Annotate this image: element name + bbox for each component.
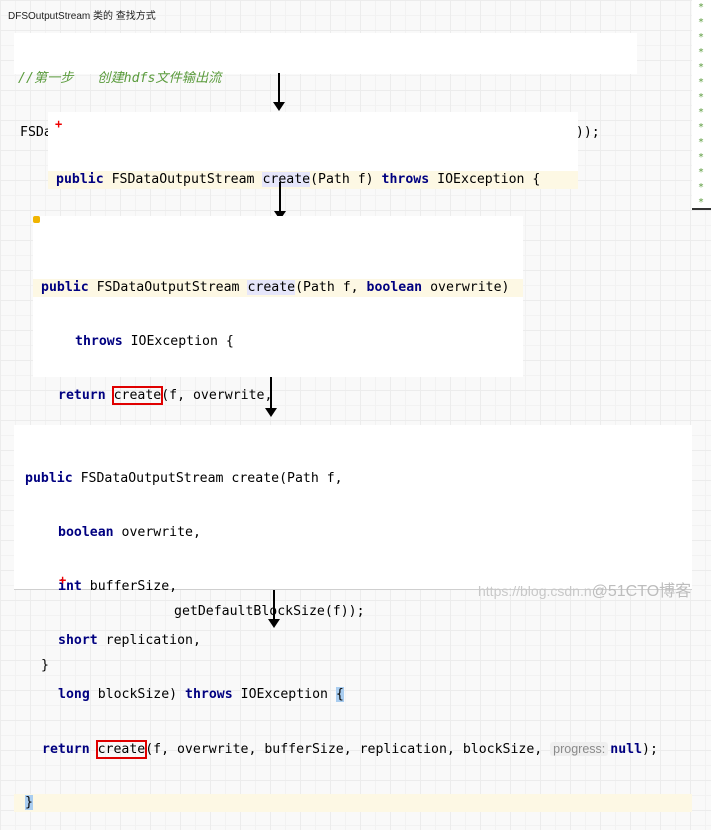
param-replication: replication,	[97, 633, 201, 648]
create-call-highlight[interactable]: create	[111, 386, 164, 405]
keyword-long: long	[58, 687, 90, 702]
flow-arrow-1	[273, 73, 285, 111]
side-panel-line: *	[698, 2, 705, 13]
side-code-panel: *** p* e* p* r* T* s* P* e** 1* c* c* s	[692, 0, 711, 210]
param-buffersize: bufferSize,	[81, 579, 178, 594]
arguments: (f, overwrite,	[161, 388, 273, 403]
step-comment: //第一步 创建hdfs文件输出流	[18, 71, 222, 86]
comment-line: //第一步 创建hdfs文件输出流	[14, 70, 637, 88]
param-overwrite: overwrite,	[113, 525, 201, 540]
keyword-public: public	[56, 172, 104, 187]
lightbulb-icon	[33, 216, 40, 223]
return-line: return create(f, overwrite, bufferSize, …	[14, 740, 692, 759]
throws-line: throws IOException {	[33, 333, 523, 351]
watermark-brand: @51CTO博客	[591, 583, 692, 600]
keyword-boolean: boolean	[58, 525, 114, 540]
side-panel-line: * c	[698, 197, 705, 208]
arguments: (f, overwrite, bufferSize, replication, …	[145, 742, 551, 757]
param-blocksize: blockSize)	[89, 687, 186, 702]
param-line: long blockSize) throws IOException {	[14, 686, 692, 704]
create-call-highlight[interactable]: create	[95, 740, 148, 759]
side-panel-line: * e	[698, 47, 705, 58]
param-hint: progress:	[550, 742, 609, 756]
signature-line: public FSDataOutputStream create(Path f)…	[48, 171, 578, 189]
cursor-marker-icon: +	[55, 117, 63, 131]
exception-type: IOException	[232, 687, 336, 702]
flow-arrow-4	[268, 590, 280, 628]
opening-brace: {	[335, 687, 344, 702]
side-panel-line: * p	[698, 32, 705, 43]
diagram-title: DFSOutputStream 类的 查找方式	[8, 11, 156, 22]
keyword-public: public	[41, 280, 89, 295]
blocksize-call: getDefaultBlockSize(f));	[174, 604, 365, 619]
method-name[interactable]: create	[247, 280, 296, 295]
code-block-step3: public FSDataOutputStream create(Path f,…	[33, 216, 523, 673]
side-panel-line: * s	[698, 107, 705, 118]
keyword-return: return	[42, 742, 90, 757]
cursor-marker-icon: +	[59, 573, 67, 587]
signature-line: public FSDataOutputStream create(Path f,	[14, 470, 692, 488]
exception-type: IOException {	[122, 334, 234, 349]
param-line: boolean overwrite,	[14, 524, 692, 542]
keyword-throws: throws	[381, 172, 430, 187]
exception-type: IOException {	[429, 172, 541, 187]
side-panel-line: * 1	[698, 167, 705, 178]
parameters: (Path f)	[310, 172, 382, 187]
flow-arrow-3	[265, 377, 277, 417]
flow-arrow-2	[274, 182, 286, 220]
keyword-throws: throws	[185, 687, 233, 702]
side-panel-line: * T	[698, 92, 705, 103]
code-block-step2: + public FSDataOutputStream create(Path …	[48, 112, 578, 295]
line-end: );	[642, 742, 658, 757]
keyword-public: public	[25, 471, 73, 486]
code-block-step4: public FSDataOutputStream create(Path f,…	[14, 425, 692, 812]
parameters-end: overwrite)	[422, 280, 510, 295]
side-panel-line: * c	[698, 182, 705, 193]
closing-brace: }	[41, 658, 49, 673]
method-name[interactable]: create	[262, 172, 311, 187]
close-line: }	[33, 657, 523, 675]
return-line: return create(f, overwrite,	[33, 386, 523, 405]
side-panel-line: * e	[698, 137, 705, 148]
code-block-step1: //第一步 创建hdfs文件输出流 FSDataOutputStream fdo…	[14, 33, 637, 142]
close-line: }	[14, 794, 692, 812]
side-panel-line: *	[698, 152, 705, 163]
side-panel-line: * P	[698, 122, 705, 133]
keyword-throws: throws	[75, 334, 123, 349]
line-end: ));	[575, 125, 600, 140]
keyword-return: return	[58, 388, 106, 403]
return-type: FSDataOutputStream	[103, 172, 263, 187]
method-signature: FSDataOutputStream create(Path f,	[72, 471, 343, 486]
side-panel-line: * p	[698, 62, 705, 73]
side-panel-line: *	[698, 17, 705, 28]
keyword-boolean: boolean	[366, 280, 423, 295]
keyword-short: short	[58, 633, 98, 648]
closing-brace: }	[25, 795, 33, 810]
watermark: https://blog.csdn.n@51CTO博客	[478, 577, 691, 601]
return-type: FSDataOutputStream	[88, 280, 248, 295]
parameters: (Path f,	[295, 280, 367, 295]
signature-line: public FSDataOutputStream create(Path f,…	[33, 279, 523, 297]
watermark-url: https://blog.csdn.n	[478, 583, 592, 599]
keyword-null: null	[610, 742, 643, 757]
param-line: short replication,	[14, 632, 692, 650]
side-panel-line: * r	[698, 77, 705, 88]
